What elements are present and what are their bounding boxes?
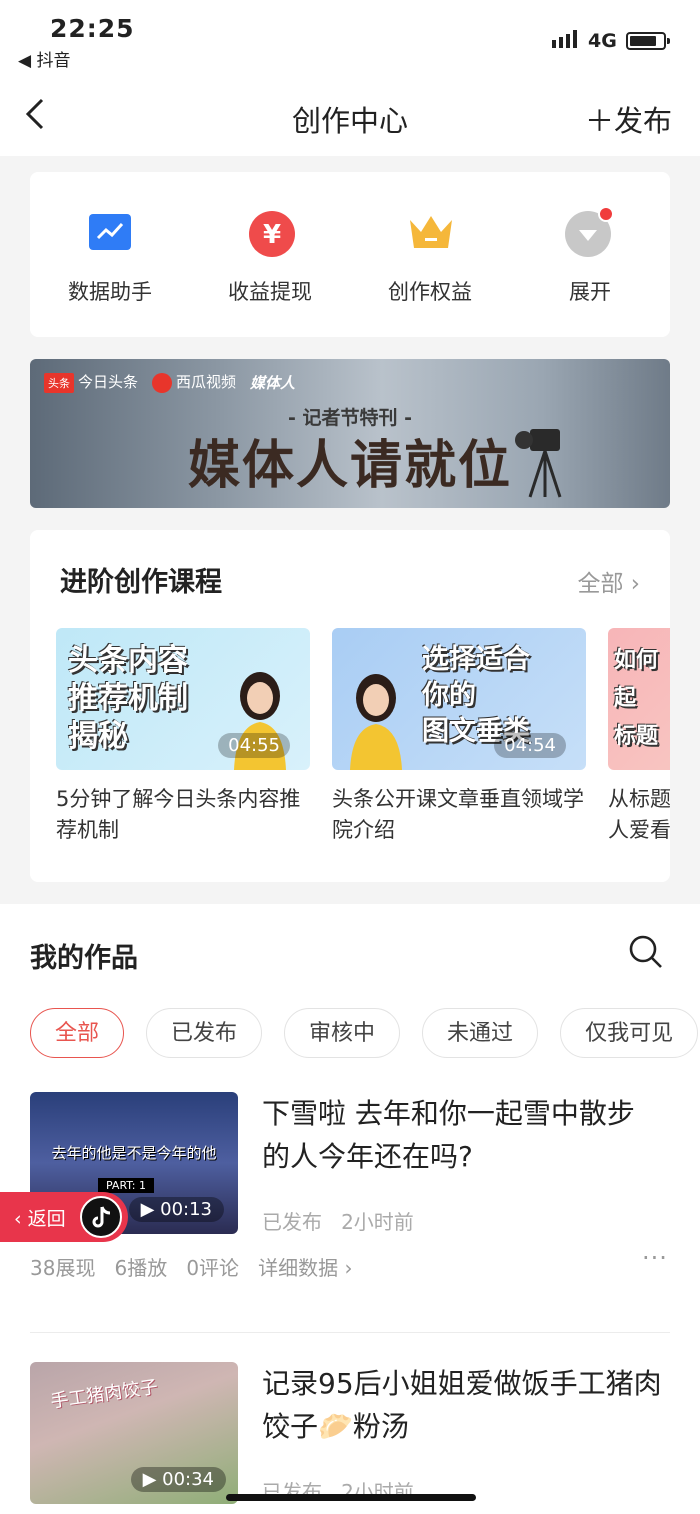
tool-earnings[interactable]: ¥ 收益提现 xyxy=(190,210,350,306)
presenter-image xyxy=(350,674,402,770)
course-thumbnail: 头条内容 推荐机制 揭秘 04:55 xyxy=(56,628,310,770)
tool-label: 收益提现 xyxy=(228,280,312,304)
work-title: 记录95后小姐姐爱做饭手工猪肉饺子🥟粉汤 xyxy=(262,1367,662,1443)
tool-expand[interactable]: 展开 xyxy=(510,206,670,306)
course-thumbnail: 如何 起 标题 xyxy=(608,628,670,770)
status-bar: 22:25 ◀ 抖音 4G xyxy=(0,0,700,80)
course-card[interactable]: 头条内容 推荐机制 揭秘 04:55 5分钟了解今日头条内容推荐机制 xyxy=(56,628,310,846)
courses-all-link[interactable]: 全部 › xyxy=(577,564,640,598)
expand-icon xyxy=(565,206,614,257)
nav-bar: 创作中心 ＋发布 xyxy=(0,80,700,156)
course-caption: 从标题人爱看 xyxy=(608,787,670,842)
course-caption: 头条公开课文章垂直领域学院介绍 xyxy=(332,787,584,842)
banner-logos: 头条 今日头条 西瓜视频 媒体人 xyxy=(44,371,295,393)
tool-data-assistant[interactable]: 数据助手 xyxy=(30,210,190,306)
course-caption: 5分钟了解今日头条内容推荐机制 xyxy=(56,787,301,842)
tool-label: 创作权益 xyxy=(388,280,472,304)
thumbnail-tag: PART: 1 xyxy=(98,1178,155,1193)
filter-chips: 全部 已发布 审核中 未通过 仅我可见 xyxy=(30,1008,699,1058)
quick-tools-card: 数据助手 ¥ 收益提现 创作权益 展开 xyxy=(30,172,670,337)
filter-rejected[interactable]: 未通过 xyxy=(422,1008,539,1058)
network-type: 4G xyxy=(588,30,617,52)
course-card[interactable]: 如何 起 标题 从标题人爱看 xyxy=(608,628,670,846)
course-duration: 04:55 xyxy=(218,733,290,758)
camera-icon xyxy=(515,429,562,498)
yen-icon: ¥ xyxy=(248,210,295,257)
filter-all[interactable]: 全部 xyxy=(30,1008,125,1058)
thumbnail-text: 如何 起 标题 xyxy=(614,648,659,749)
xigua-logo: 西瓜视频 xyxy=(152,371,236,393)
tool-label: 展开 xyxy=(569,280,611,304)
course-card[interactable]: 选择适合 你的 图文垂类 04:54 头条公开课文章垂直领域学院介绍 xyxy=(332,628,586,846)
course-duration: 04:54 xyxy=(494,733,566,758)
svg-text:¥: ¥ xyxy=(263,220,281,250)
crown-icon xyxy=(408,210,452,254)
work-item[interactable]: 手工猪肉饺子 ▶ 00:34 记录95后小姐姐爱做饭手工猪肉饺子🥟粉汤 已发布 … xyxy=(30,1362,670,1504)
battery-icon xyxy=(626,32,670,50)
thumbnail-text: 去年的他是不是今年的他 xyxy=(51,1144,217,1162)
tool-label: 数据助手 xyxy=(68,280,152,304)
publish-button[interactable]: ＋发布 xyxy=(585,98,672,140)
thumbnail-text: 头条内容 推荐机制 揭秘 xyxy=(68,643,188,754)
work-title: 下雪啦 去年和你一起雪中散步的人今年还在吗? xyxy=(262,1097,635,1173)
work-duration: ▶ 00:34 xyxy=(130,1467,226,1492)
courses-card: 进阶创作课程 全部 › 头条内容 推荐机制 揭秘 04:55 5分钟了解今日头条… xyxy=(30,530,670,882)
works-title: 我的作品 xyxy=(30,943,138,974)
courses-title: 进阶创作课程 xyxy=(60,567,222,598)
media-logo: 媒体人 xyxy=(250,373,296,392)
tool-creator-benefits[interactable]: 创作权益 xyxy=(350,210,510,306)
thumbnail-text: 手工猪肉饺子 xyxy=(49,1376,160,1413)
filter-reviewing[interactable]: 审核中 xyxy=(284,1008,401,1058)
home-indicator xyxy=(226,1494,476,1501)
toutiao-logo: 头条 今日头条 xyxy=(44,371,138,393)
chart-icon xyxy=(88,210,132,254)
work-thumbnail: 手工猪肉饺子 ▶ 00:34 xyxy=(30,1362,238,1504)
search-icon[interactable] xyxy=(628,934,664,970)
status-time: 22:25 xyxy=(50,14,135,43)
more-options-icon[interactable]: ··· xyxy=(642,1244,668,1272)
work-meta: 已发布 2小时前 xyxy=(262,1210,414,1234)
back-to-app-link[interactable]: ◀ 抖音 xyxy=(18,46,70,71)
signal-icon xyxy=(552,30,577,48)
divider xyxy=(30,1332,670,1333)
return-label: ‹ 返回 xyxy=(14,1208,66,1230)
course-thumbnail: 选择适合 你的 图文垂类 04:54 xyxy=(332,628,586,770)
filter-private[interactable]: 仅我可见 xyxy=(560,1008,699,1058)
promo-banner[interactable]: 头条 今日头条 西瓜视频 媒体人 - 记者节特刊 - 媒体人请就位 xyxy=(30,359,670,508)
tiktok-icon[interactable] xyxy=(80,1196,122,1238)
work-stats[interactable]: 38展现 6播放 0评论 详细数据 › xyxy=(30,1252,352,1281)
work-duration: ▶ 00:13 xyxy=(128,1197,224,1222)
filter-published[interactable]: 已发布 xyxy=(146,1008,263,1058)
